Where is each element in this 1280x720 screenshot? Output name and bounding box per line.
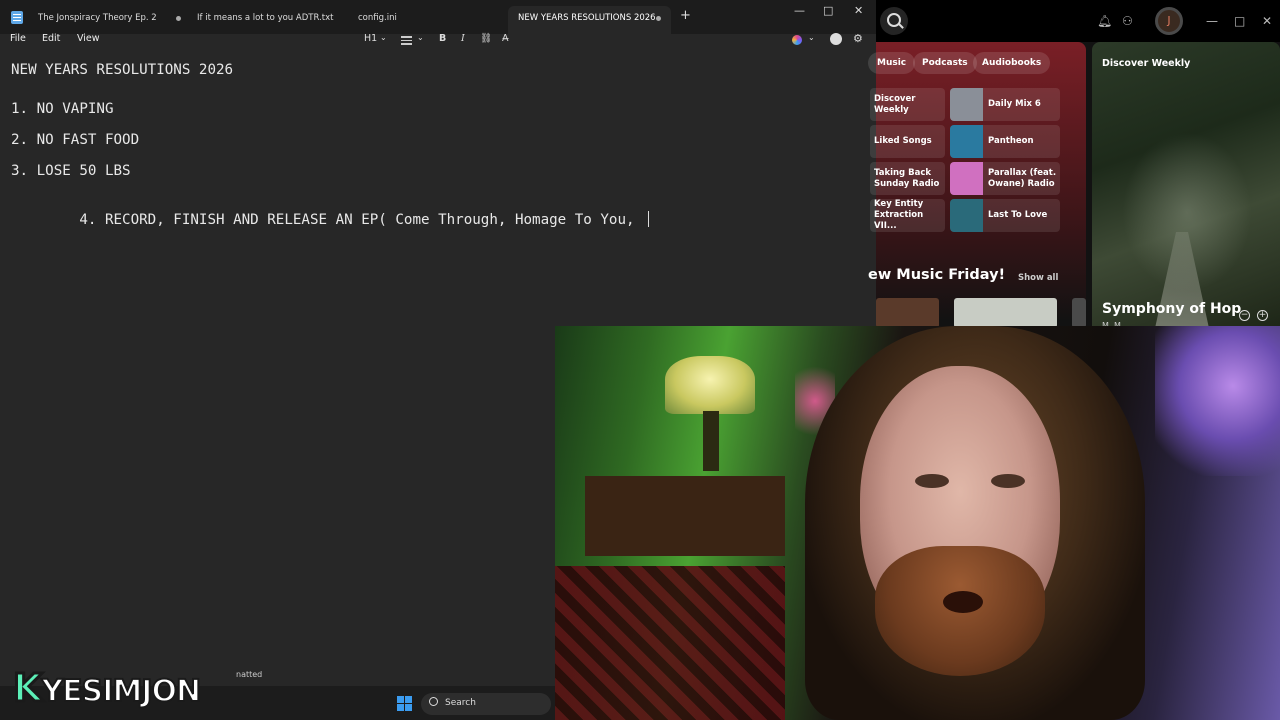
card-label: Liked Songs [874, 136, 932, 146]
search-icon [429, 697, 438, 706]
status-text: natted [236, 670, 263, 679]
rgb-light [1155, 326, 1280, 476]
notepad-app-icon [11, 11, 23, 24]
card-label: Parallax (feat. Owane) Radio [988, 167, 1057, 189]
bold-button[interactable]: B [439, 33, 446, 44]
card-label: Discover Weekly [874, 93, 916, 115]
gear-icon[interactable]: ⚙ [853, 32, 863, 45]
playlist-art [950, 125, 983, 158]
unsaved-dot-icon [176, 16, 181, 21]
album-art[interactable] [876, 298, 939, 328]
playlist-art [950, 162, 983, 195]
eye [991, 474, 1025, 488]
featured-title: Symphony of Hop [1102, 301, 1242, 317]
card-label: Pantheon [988, 136, 1034, 146]
clear-formatting-icon[interactable]: A̶ [502, 33, 509, 44]
minus-circle-icon[interactable]: − [1239, 310, 1250, 321]
playlist-art [950, 88, 983, 121]
shortcut-card[interactable]: Daily Mix 6 [950, 88, 1060, 121]
windows-start-icon[interactable] [397, 696, 412, 711]
resolution-line: 1. NO VAPING [11, 101, 114, 117]
avatar-letter: J [1167, 14, 1171, 27]
album-art[interactable] [1072, 298, 1086, 328]
list-icon[interactable] [401, 36, 412, 45]
notepad-tab-bar: The Jonspiracy Theory Ep. 2 If it means … [0, 0, 876, 34]
logo-k: K [11, 665, 44, 712]
mouth [943, 591, 983, 613]
webcam-feed [555, 326, 1280, 720]
shortcut-card[interactable]: Liked Songs [870, 125, 945, 158]
shortcut-card[interactable]: Discover Weekly [870, 88, 945, 121]
plus-circle-icon[interactable]: + [1257, 310, 1268, 321]
chip-podcasts[interactable]: Podcasts [913, 52, 977, 74]
section-title: ew Music Friday! [868, 267, 1006, 283]
lamp-shade [665, 356, 755, 414]
streamer [805, 326, 1145, 720]
shortcut-card[interactable]: Key Entity Extraction VII... [870, 199, 945, 232]
shortcut-card[interactable]: Pantheon [950, 125, 1060, 158]
resolution-line: 2. NO FAST FOOD [11, 132, 140, 148]
taskbar-search[interactable]: Search [421, 693, 551, 715]
card-label: Taking Back Sunday Radio [874, 167, 940, 189]
copilot-icon[interactable] [792, 35, 802, 45]
notepad-menubar: File Edit View H1 ⌄ ⌄ B I ⛓ A̶ ⌄ ⚙ [0, 30, 876, 48]
card-label: Last To Love [988, 210, 1048, 220]
resolution-line: 3. LOSE 50 LBS [11, 163, 131, 179]
close-button[interactable]: ✕ [854, 4, 863, 17]
close-button[interactable]: ✕ [1262, 14, 1272, 28]
search-icon[interactable] [880, 7, 908, 35]
plaid-blanket [555, 566, 785, 720]
text-caret [648, 211, 650, 227]
spotify-top-bar: 🔔︎ ⚇ J — □ ✕ [876, 0, 1280, 42]
minimize-button[interactable]: — [794, 4, 805, 17]
chevron-down-icon: ⌄ [380, 33, 387, 42]
resolution-line: 4. RECORD, FINISH AND RELEASE AN EP( Com… [79, 212, 644, 228]
show-all-link[interactable]: Show all [1018, 273, 1058, 283]
tab-label: The Jonspiracy Theory Ep. 2 [38, 13, 157, 23]
chip-music[interactable]: Music [868, 52, 916, 74]
chevron-down-icon: ⌄ [417, 33, 424, 42]
lamp-base [703, 411, 719, 471]
document-title-line: NEW YEARS RESOLUTIONS 2026 [11, 62, 234, 78]
chevron-down-icon: ⌄ [808, 33, 815, 42]
logo-name: YESIMJON [40, 673, 202, 710]
featured-panel[interactable]: Discover Weekly Symphony of Hop M. M... … [1092, 42, 1280, 342]
friends-icon[interactable]: ⚇ [1122, 14, 1133, 28]
menu-view[interactable]: View [77, 33, 100, 44]
avatar[interactable]: J [1155, 7, 1183, 35]
shortcut-card[interactable]: Parallax (feat. Owane) Radio [950, 162, 1060, 195]
eye [915, 474, 949, 488]
menu-edit[interactable]: Edit [42, 33, 60, 44]
card-label: Key Entity Extraction VII... [874, 199, 924, 231]
tab-label: config.ini [358, 13, 397, 23]
bell-icon[interactable]: 🔔︎ [1097, 14, 1112, 28]
account-icon[interactable] [830, 33, 842, 45]
maximize-button[interactable]: □ [1234, 14, 1245, 28]
chip-audiobooks[interactable]: Audiobooks [973, 52, 1051, 74]
featured-heading: Discover Weekly [1102, 58, 1191, 69]
side-table [585, 476, 785, 556]
shortcut-card[interactable]: Taking Back Sunday Radio [870, 162, 945, 195]
playlist-art [950, 199, 983, 232]
search-label: Search [445, 698, 476, 708]
menu-file[interactable]: File [10, 33, 26, 44]
heading-dropdown[interactable]: H1 [364, 33, 377, 44]
album-art[interactable] [954, 298, 1057, 328]
tab-label: NEW YEARS RESOLUTIONS 2026 [518, 13, 656, 23]
streamer-logo: KYESIMJON [11, 665, 202, 712]
italic-button[interactable]: I [461, 33, 465, 44]
link-icon[interactable]: ⛓ [480, 33, 492, 44]
add-tab-button[interactable]: + [680, 8, 691, 23]
minimize-button[interactable]: — [1206, 14, 1218, 28]
tab-label: If it means a lot to you ADTR.txt [197, 13, 334, 23]
card-label: Daily Mix 6 [988, 99, 1041, 109]
shortcut-card[interactable]: Last To Love [950, 199, 1060, 232]
unsaved-dot-icon [656, 16, 661, 21]
maximize-button[interactable]: □ [823, 4, 833, 17]
